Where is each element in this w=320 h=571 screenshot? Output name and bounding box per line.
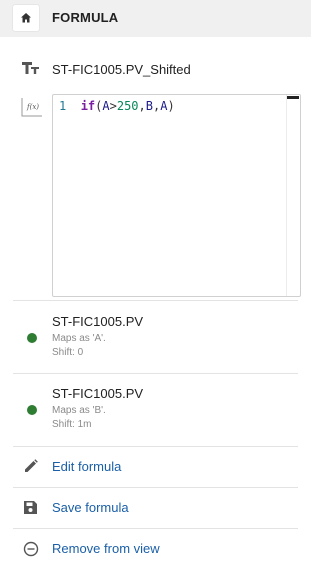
- source-shift: Shift: 1m: [52, 419, 92, 430]
- edit-formula-button[interactable]: Edit formula: [0, 450, 311, 482]
- function-icon: f(x): [21, 98, 42, 117]
- panel-header: FORMULA: [0, 0, 311, 37]
- source-name: ST-FIC1005.PV: [52, 386, 144, 401]
- editor-scrollbar[interactable]: [286, 95, 300, 296]
- status-dot: [27, 333, 37, 343]
- panel-title: FORMULA: [52, 10, 119, 25]
- minus-circle-icon: [23, 541, 39, 557]
- line-number: 1: [59, 99, 67, 113]
- save-formula-button[interactable]: Save formula: [0, 491, 311, 523]
- remove-from-view-button[interactable]: Remove from view: [0, 532, 311, 564]
- source-shift: Shift: 0: [52, 347, 84, 358]
- source-maps: Maps as 'B'.: [52, 405, 106, 416]
- editor-scroll-thumb[interactable]: [287, 96, 299, 99]
- divider: [13, 446, 298, 447]
- text-type-icon: [22, 62, 39, 74]
- source-item-b[interactable]: ST-FIC1005.PV Maps as 'B'. Shift: 1m: [0, 376, 311, 436]
- code-line-1[interactable]: 1 if(A>250,B,A): [59, 99, 175, 113]
- divider: [13, 373, 298, 374]
- formula-name: ST-FIC1005.PV_Shifted: [52, 62, 191, 77]
- edit-formula-label: Edit formula: [52, 459, 122, 474]
- divider: [13, 528, 298, 529]
- formula-name-row: ST-FIC1005.PV_Shifted: [0, 56, 311, 84]
- pencil-icon: [25, 459, 38, 472]
- remove-from-view-label: Remove from view: [52, 541, 160, 556]
- divider: [13, 487, 298, 488]
- divider: [13, 300, 298, 301]
- svg-text:f(x): f(x): [26, 103, 39, 111]
- formula-editor[interactable]: 1 if(A>250,B,A): [52, 94, 301, 297]
- save-icon: [24, 501, 37, 514]
- save-formula-label: Save formula: [52, 500, 129, 515]
- source-name: ST-FIC1005.PV: [52, 314, 144, 329]
- status-dot: [27, 405, 37, 415]
- source-maps: Maps as 'A'.: [52, 333, 106, 344]
- source-item-a[interactable]: ST-FIC1005.PV Maps as 'A'. Shift: 0: [0, 303, 311, 363]
- home-button[interactable]: [13, 5, 39, 31]
- home-icon: [21, 13, 31, 23]
